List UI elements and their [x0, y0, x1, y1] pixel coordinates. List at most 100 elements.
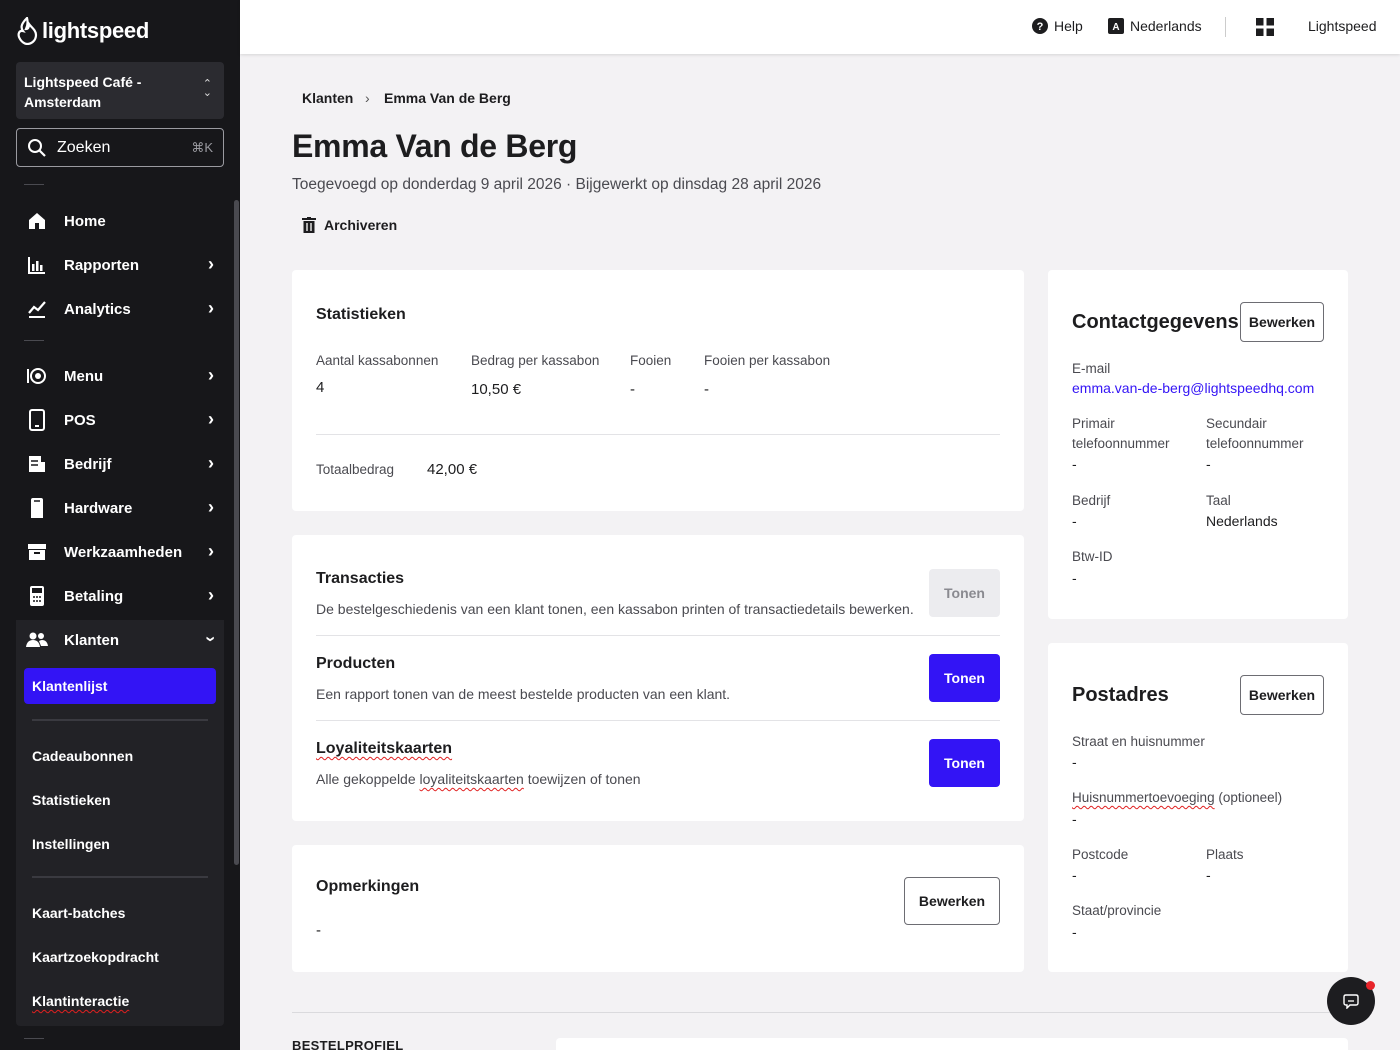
line-chart-icon — [26, 298, 48, 320]
order-profile-card — [556, 1038, 1348, 1050]
postcode-value: - — [1072, 867, 1077, 883]
addition-value: - — [1072, 811, 1077, 827]
sidebar-subitem-klantinteractie[interactable]: Klantinteractie — [16, 983, 208, 1019]
account-menu[interactable]: Lightspeed — [1308, 18, 1377, 34]
sidebar-scrollbar[interactable] — [234, 200, 239, 865]
sidebar-item-label: Rapporten — [64, 256, 139, 274]
chevron-down-icon: › — [201, 636, 221, 642]
order-profile-heading: BESTELPROFIEL — [292, 1038, 404, 1050]
svg-text:?: ? — [1037, 21, 1044, 33]
sidebar-item-werkzaamheden[interactable]: Werkzaamheden › — [16, 532, 224, 572]
sidebar-item-home[interactable]: Home — [16, 201, 224, 241]
desc-part: toewijzen of tonen — [523, 771, 641, 787]
city-label: Plaats — [1206, 847, 1244, 862]
account-label: Lightspeed — [1308, 18, 1377, 34]
stat-label: Bedrag per kassabon — [471, 353, 600, 368]
show-products-button[interactable]: Tonen — [929, 654, 1000, 702]
sidebar-item-label: Menu — [64, 367, 104, 385]
apps-button[interactable] — [1256, 18, 1274, 36]
chat-bubble-icon — [1343, 994, 1359, 1009]
vat-value: - — [1072, 570, 1077, 586]
chevron-right-icon: › — [365, 90, 370, 106]
language-icon: A — [1108, 18, 1124, 34]
sidebar-item-klanten[interactable]: Klanten › — [16, 620, 224, 660]
search-shortcut: ⌘K — [191, 139, 213, 155]
sidebar-item-bedrijf[interactable]: Bedrijf › — [16, 444, 224, 484]
search-placeholder: Zoeken — [57, 138, 111, 156]
notification-dot — [1366, 981, 1375, 990]
sidebar-subitem-statistieken[interactable]: Statistieken — [16, 782, 208, 818]
brand-name: lightspeed — [42, 18, 150, 43]
edit-contact-button[interactable]: Bewerken — [1240, 302, 1324, 342]
lightspeed-logo[interactable]: lightspeed — [16, 16, 149, 46]
sidebar-subitem-cadeaubonnen[interactable]: Cadeaubonnen — [16, 738, 208, 774]
language-selector[interactable]: A Nederlands — [1108, 18, 1202, 34]
label-line: Secundair — [1206, 416, 1267, 431]
stat-value: 4 — [316, 379, 325, 396]
sidebar-subitem-klantenlijst[interactable]: Klantenlijst — [24, 668, 216, 704]
secondary-phone-label: Secundair telefoonnummer — [1206, 414, 1304, 454]
venue-name: Lightspeed Café - Amsterdam — [24, 74, 142, 110]
notes-value: - — [316, 922, 321, 939]
help-button[interactable]: ? Help — [1032, 18, 1083, 34]
email-link[interactable]: emma.van-de-berg@lightspeedhq.com — [1072, 380, 1314, 396]
addition-label: Huisnummertoevoeging (optioneel) — [1072, 788, 1282, 808]
edit-address-button[interactable]: Bewerken — [1240, 675, 1324, 715]
search-input[interactable]: Zoeken ⌘K — [16, 128, 224, 167]
sidebar-item-betaling[interactable]: Betaling › — [16, 576, 224, 616]
show-loyalty-cards-button[interactable]: Tonen — [929, 739, 1000, 787]
notes-title: Opmerkingen — [316, 878, 420, 895]
state-label: Staat/provincie — [1072, 903, 1162, 918]
notes-card: Opmerkingen - Bewerken — [292, 845, 1024, 972]
divider — [24, 184, 44, 185]
divider — [32, 719, 208, 721]
sidebar-item-analytics[interactable]: Analytics › — [16, 289, 224, 329]
sidebar-item-rapporten[interactable]: Rapporten › — [16, 245, 224, 285]
sidebar-item-menu[interactable]: Menu › — [16, 356, 224, 396]
edit-notes-button[interactable]: Bewerken — [904, 877, 1000, 925]
street-value: - — [1072, 754, 1077, 770]
sidebar: lightspeed Lightspeed Café - Amsterdam ⌃… — [0, 0, 240, 1050]
vat-label: Btw-ID — [1072, 549, 1113, 564]
section-desc: De bestelgeschiedenis van een klant tone… — [316, 601, 914, 617]
archive-button[interactable]: Archiveren — [302, 217, 397, 233]
stat-label: Fooien — [630, 353, 672, 368]
divider — [24, 1038, 44, 1039]
help-label: Help — [1054, 18, 1083, 34]
breadcrumb-link-klanten[interactable]: Klanten — [302, 90, 353, 106]
bar-chart-icon — [26, 254, 48, 276]
sidebar-item-hardware[interactable]: Hardware › — [16, 488, 224, 528]
venue-selector[interactable]: Lightspeed Café - Amsterdam ⌃ ⌄ — [16, 62, 224, 119]
divider — [316, 434, 1000, 435]
contact-title: Contactgegevens — [1072, 311, 1239, 333]
city-value: - — [1206, 867, 1211, 883]
sidebar-item-pos[interactable]: POS › — [16, 400, 224, 440]
label-line: telefoonnummer — [1206, 436, 1304, 451]
sidebar-subitem-instellingen[interactable]: Instellingen — [16, 826, 208, 862]
sidebar-item-label: Betaling — [64, 587, 124, 605]
divider — [316, 635, 1000, 636]
secondary-phone-value: - — [1206, 456, 1211, 472]
chevron-right-icon: › — [208, 365, 214, 385]
chevron-right-icon: › — [208, 409, 214, 429]
flame-icon — [17, 17, 38, 45]
archive-box-icon — [26, 541, 48, 563]
desc-part: Alle gekoppelde — [316, 771, 420, 787]
total-value: 42,00 € — [427, 461, 478, 478]
sidebar-item-label: Klanten — [64, 631, 120, 649]
divider — [24, 340, 44, 341]
divider — [316, 720, 1000, 721]
company-value: - — [1072, 513, 1077, 529]
show-transactions-button[interactable]: Tonen — [929, 569, 1000, 617]
apps-grid-icon — [1256, 18, 1274, 36]
home-icon — [26, 210, 48, 232]
stats-card: Statistieken Aantal kassabonnen 4 Bedrag… — [292, 270, 1024, 511]
tablet-icon — [26, 409, 48, 431]
language-value: Nederlands — [1206, 513, 1278, 529]
sidebar-item-label: Analytics — [64, 300, 131, 318]
address-title: Postadres — [1072, 684, 1169, 706]
section-title-text: Loyaliteitskaarten — [316, 740, 453, 757]
sidebar-subitem-kaart-batches[interactable]: Kaart-batches — [16, 895, 208, 931]
chevron-right-icon: › — [208, 298, 214, 318]
sidebar-subitem-kaartzoekopdracht[interactable]: Kaartzoekopdracht — [16, 939, 208, 975]
